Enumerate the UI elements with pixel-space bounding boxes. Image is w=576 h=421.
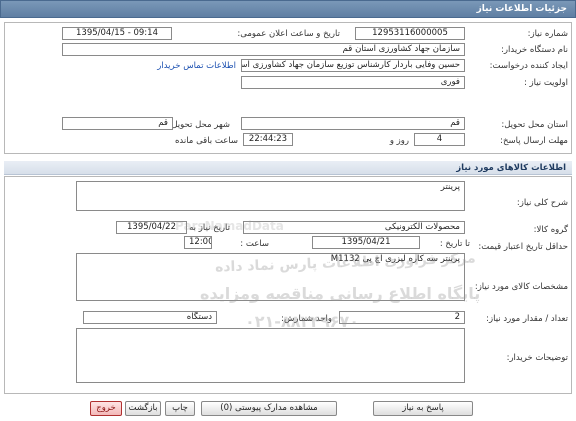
creator-label: ایجاد کننده درخواست: bbox=[489, 61, 568, 71]
creator-field: حسین وفایی باردار کارشناس توزیع سازمان ج… bbox=[241, 59, 465, 72]
buyer-org-field: سازمان جهاد کشاورزی استان قم bbox=[62, 43, 465, 56]
back-button[interactable]: بازگشت bbox=[125, 401, 161, 416]
min-price-label: حداقل تاریخ اعتبار قیمت: bbox=[478, 242, 568, 252]
unit-field: دستگاه bbox=[83, 311, 217, 324]
spec-field: پرینتر سه کاره لیزری اچ پی M1132 bbox=[76, 253, 465, 301]
time-label: ساعت : bbox=[240, 239, 269, 249]
buyer-notes-label: توضیحات خریدار: bbox=[506, 353, 568, 363]
announce-label: تاریخ و ساعت اعلان عمومی: bbox=[237, 29, 340, 39]
until-date-label: تا تاریخ : bbox=[439, 239, 470, 249]
priority-field: فوری bbox=[241, 76, 465, 89]
print-button[interactable]: چاپ bbox=[165, 401, 195, 416]
until-date-field: 1395/04/21 bbox=[312, 236, 420, 249]
need-number-label: شماره نیاز: bbox=[527, 29, 568, 39]
province-field: قم bbox=[241, 117, 465, 130]
need-number-field: 12953116000005 bbox=[355, 27, 465, 40]
group-field: محصولات الکترونیکی bbox=[243, 221, 465, 234]
window-titlebar: جزئیات اطلاعات نیاز bbox=[0, 0, 576, 18]
priority-label: اولویت نیاز : bbox=[523, 78, 568, 88]
deadline-time-unit: ساعت باقی مانده bbox=[174, 136, 238, 146]
buyer-contact-link[interactable]: اطلاعات تماس خریدار bbox=[157, 61, 236, 71]
time-field: 12:00 bbox=[184, 236, 212, 249]
summary-field: پرینتر bbox=[76, 181, 465, 211]
deadline-days-unit: روز و bbox=[389, 136, 409, 146]
buyer-notes-field bbox=[76, 328, 465, 383]
window-title: جزئیات اطلاعات نیاز bbox=[476, 4, 567, 14]
unit-label: واحد شمارش: bbox=[281, 314, 332, 324]
announce-field: 1395/04/15 - 09:14 bbox=[62, 27, 172, 40]
deadline-days-field: 4 bbox=[414, 133, 465, 146]
group-label: گروه کالا: bbox=[533, 225, 568, 235]
attachments-button[interactable]: مشاهده مدارک پیوستی (0) bbox=[201, 401, 337, 416]
qty-label: تعداد / مقدار مورد نیاز: bbox=[486, 314, 568, 324]
reply-button[interactable]: پاسخ به نیاز bbox=[373, 401, 473, 416]
spec-label: مشخصات کالای مورد نیاز: bbox=[474, 282, 568, 292]
goods-section-title: اطلاعات کالاهای مورد نیاز bbox=[456, 163, 566, 173]
need-date-field: 1395/04/22 bbox=[116, 221, 187, 234]
buyer-org-label: نام دستگاه خریدار: bbox=[501, 45, 568, 55]
province-label: استان محل تحویل: bbox=[501, 120, 568, 130]
city-label: شهر محل تحویل: bbox=[168, 120, 230, 130]
summary-label: شرح کلی نیاز: bbox=[516, 198, 568, 208]
exit-button[interactable]: خروج bbox=[90, 401, 122, 416]
qty-field: 2 bbox=[339, 311, 465, 324]
deadline-time-field: 22:44:23 bbox=[243, 133, 293, 146]
goods-section-header: اطلاعات کالاهای مورد نیاز bbox=[4, 161, 572, 175]
deadline-label: مهلت ارسال پاسخ: bbox=[500, 136, 568, 146]
city-field: قم bbox=[62, 117, 173, 130]
